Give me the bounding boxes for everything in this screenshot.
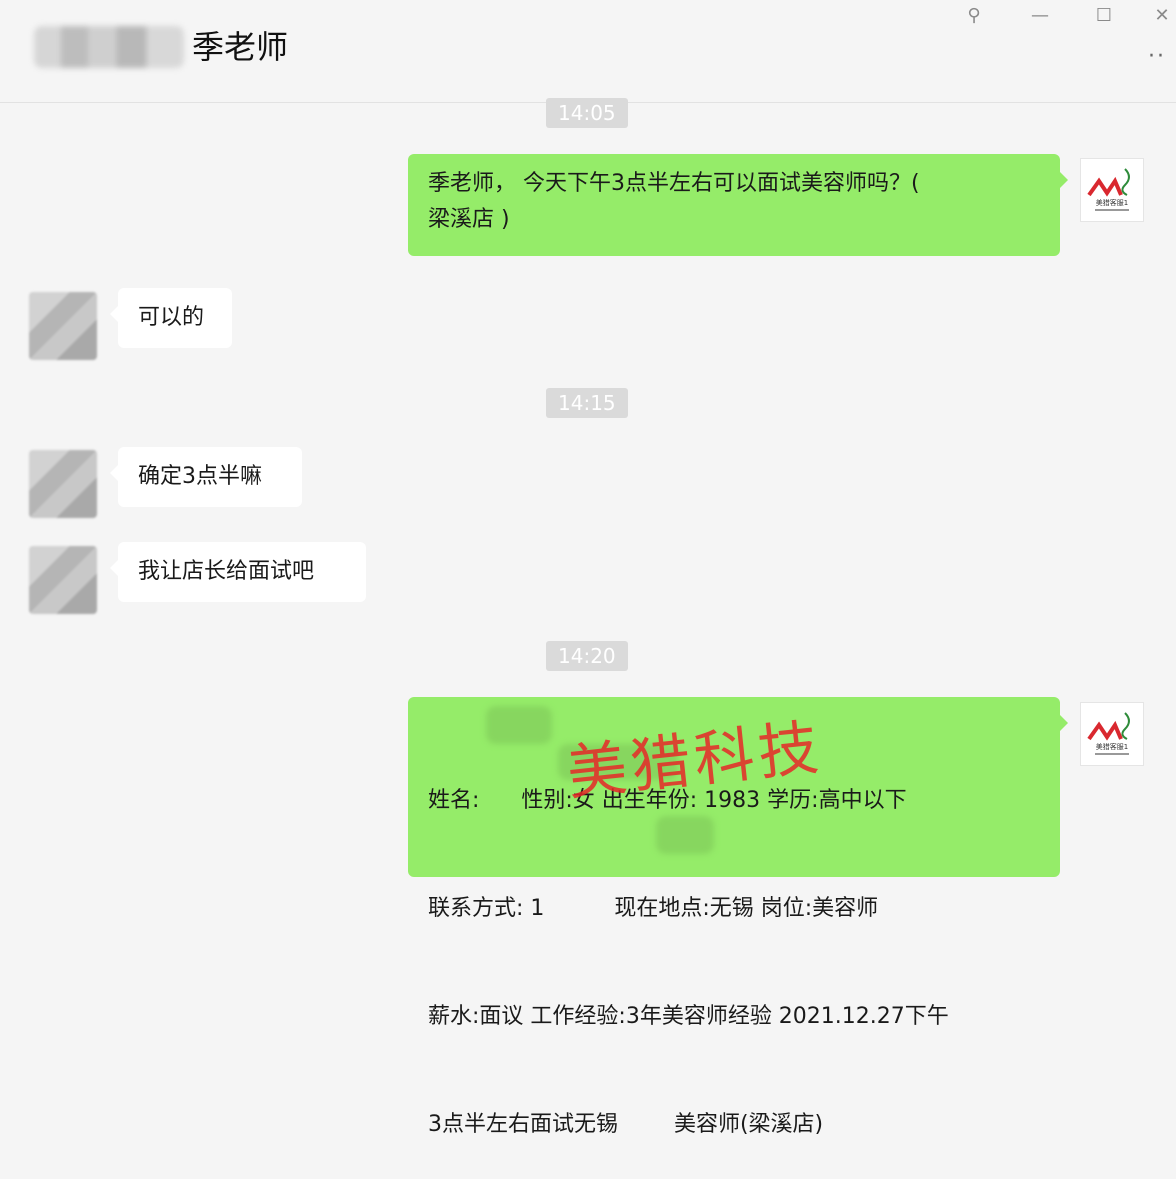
timestamp: 14:05: [546, 98, 628, 128]
chat-title[interactable]: 季老师: [192, 27, 288, 67]
message-bubble-sent[interactable]: 季老师， 今天下午3点半左右可以面试美容师吗？( 梁溪店 ): [408, 154, 1068, 256]
ml-logo-icon: 美猎客服1: [1087, 712, 1130, 755]
minimize-icon[interactable]: —: [1020, 0, 1060, 30]
self-avatar[interactable]: 美猎客服1: [1080, 702, 1144, 766]
logo-caption: 美猎客服1: [1096, 198, 1128, 207]
maximize-icon[interactable]: ☐: [1084, 0, 1124, 30]
redaction-blur: [656, 816, 714, 854]
message-bubble-received[interactable]: 确定3点半嘛: [110, 447, 302, 507]
ml-logo-icon: 美猎客服1: [1087, 168, 1130, 211]
message-text: 3点半左右面试无锡 美容师(梁溪店): [428, 1112, 824, 1137]
message-text: 联系方式: 1 现在地点:无锡 岗位:美容师: [428, 896, 879, 921]
more-options-icon[interactable]: ··: [1148, 44, 1166, 69]
timestamp: 14:15: [546, 388, 628, 418]
contact-avatar[interactable]: [29, 546, 97, 614]
chat-header: 季老师 ⚲ — ☐ ✕ ··: [0, 0, 1176, 103]
message-bubble-received[interactable]: 可以的: [110, 288, 232, 348]
close-icon[interactable]: ✕: [1142, 0, 1176, 30]
pin-icon[interactable]: ⚲: [954, 0, 994, 30]
redaction-blur: [558, 744, 678, 780]
message-text: 梁溪店 ): [428, 207, 510, 232]
contact-avatar[interactable]: [29, 450, 97, 518]
message-text: 季老师， 今天下午3点半左右可以面试美容师吗？(: [428, 171, 920, 196]
timestamp: 14:20: [546, 641, 628, 671]
redacted-name: [34, 26, 184, 68]
message-text: 薪水:面议 工作经验:3年美容师经验 2021.12.27下午: [428, 1004, 949, 1029]
logo-caption: 美猎客服1: [1096, 742, 1128, 751]
self-avatar[interactable]: 美猎客服1: [1080, 158, 1144, 222]
message-text: 姓名: 性别:女 出生年份: 1983 学历:高中以下: [428, 788, 907, 813]
message-bubble-received[interactable]: 我让店长给面试吧: [110, 542, 366, 602]
contact-avatar[interactable]: [29, 292, 97, 360]
redaction-blur: [486, 706, 552, 744]
